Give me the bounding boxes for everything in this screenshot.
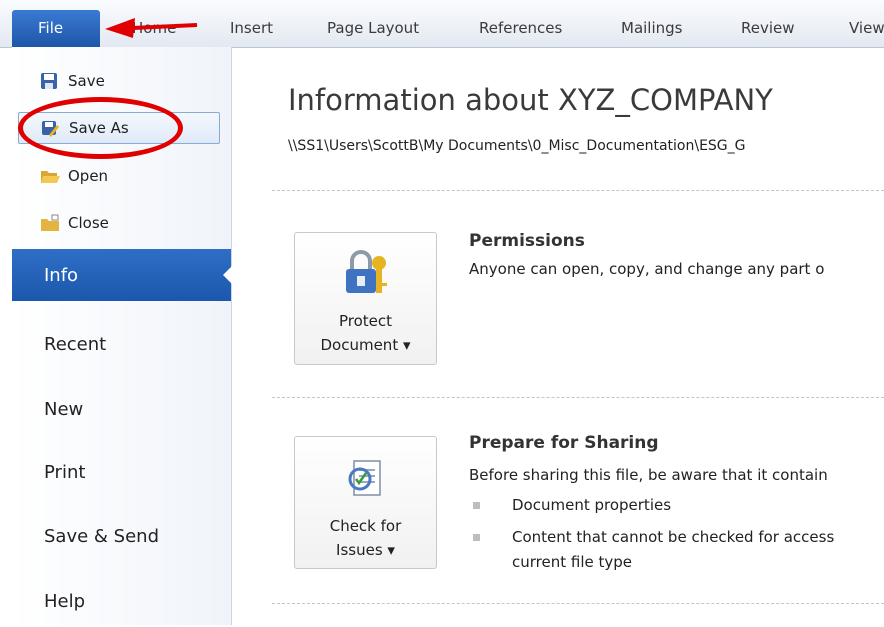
prepare-sharing-text: Before sharing this file, be aware that … <box>469 466 828 484</box>
divider <box>272 190 884 191</box>
nav-save-and-send[interactable]: Save & Send <box>12 510 231 562</box>
info-panel: Information about XYZ_COMPANY \\SS1\User… <box>232 47 884 625</box>
nav-print[interactable]: Print <box>12 446 231 498</box>
close-folder-icon <box>40 214 59 232</box>
annotation-circle <box>18 97 183 159</box>
permissions-text: Anyone can open, copy, and change any pa… <box>469 260 825 278</box>
nav-recent[interactable]: Recent <box>12 318 231 370</box>
protect-label-2: Document ▾ <box>320 336 411 354</box>
nav-new[interactable]: New <box>12 383 231 435</box>
save-icon <box>40 72 58 90</box>
file-path: \\SS1\Users\ScottB\My Documents\0_Misc_D… <box>288 138 746 154</box>
tab-review[interactable]: Review <box>741 10 795 47</box>
permissions-heading: Permissions <box>469 231 585 251</box>
open-label: Open <box>68 167 109 185</box>
bullet-icon <box>473 502 480 509</box>
list-item: Document properties <box>512 496 672 514</box>
page-title: Information about XYZ_COMPANY <box>288 83 773 117</box>
list-item-continuation: current file type <box>512 553 632 571</box>
nav-help[interactable]: Help <box>12 575 231 627</box>
tab-mailings[interactable]: Mailings <box>621 10 682 47</box>
open-folder-icon <box>40 167 60 185</box>
tab-references[interactable]: References <box>479 10 562 47</box>
close-label: Close <box>68 214 109 232</box>
prepare-sharing-heading: Prepare for Sharing <box>469 433 659 453</box>
open-command[interactable]: Open <box>18 160 220 192</box>
protect-label-1: Protect <box>338 312 393 330</box>
divider <box>272 397 884 398</box>
protect-document-button[interactable]: Protect Document ▾ <box>294 232 437 365</box>
check-issues-label-2: Issues ▾ <box>336 541 395 559</box>
save-command[interactable]: Save <box>18 65 220 97</box>
tab-view[interactable]: View <box>849 10 884 47</box>
check-for-issues-button[interactable]: Check for Issues ▾ <box>294 436 437 569</box>
bullet-icon <box>473 534 480 541</box>
nav-info[interactable]: Info <box>12 249 232 301</box>
lock-key-icon <box>345 250 387 293</box>
list-item: Content that cannot be checked for acces… <box>512 528 835 546</box>
tab-insert[interactable]: Insert <box>230 10 273 47</box>
tab-page-layout[interactable]: Page Layout <box>327 10 419 47</box>
file-tab[interactable]: File <box>12 10 100 47</box>
divider <box>272 603 884 604</box>
annotation-arrow-icon <box>105 18 198 38</box>
save-label: Save <box>68 72 105 90</box>
inspect-document-icon <box>348 460 381 496</box>
check-issues-label-1: Check for <box>329 517 402 535</box>
close-command[interactable]: Close <box>18 207 220 239</box>
